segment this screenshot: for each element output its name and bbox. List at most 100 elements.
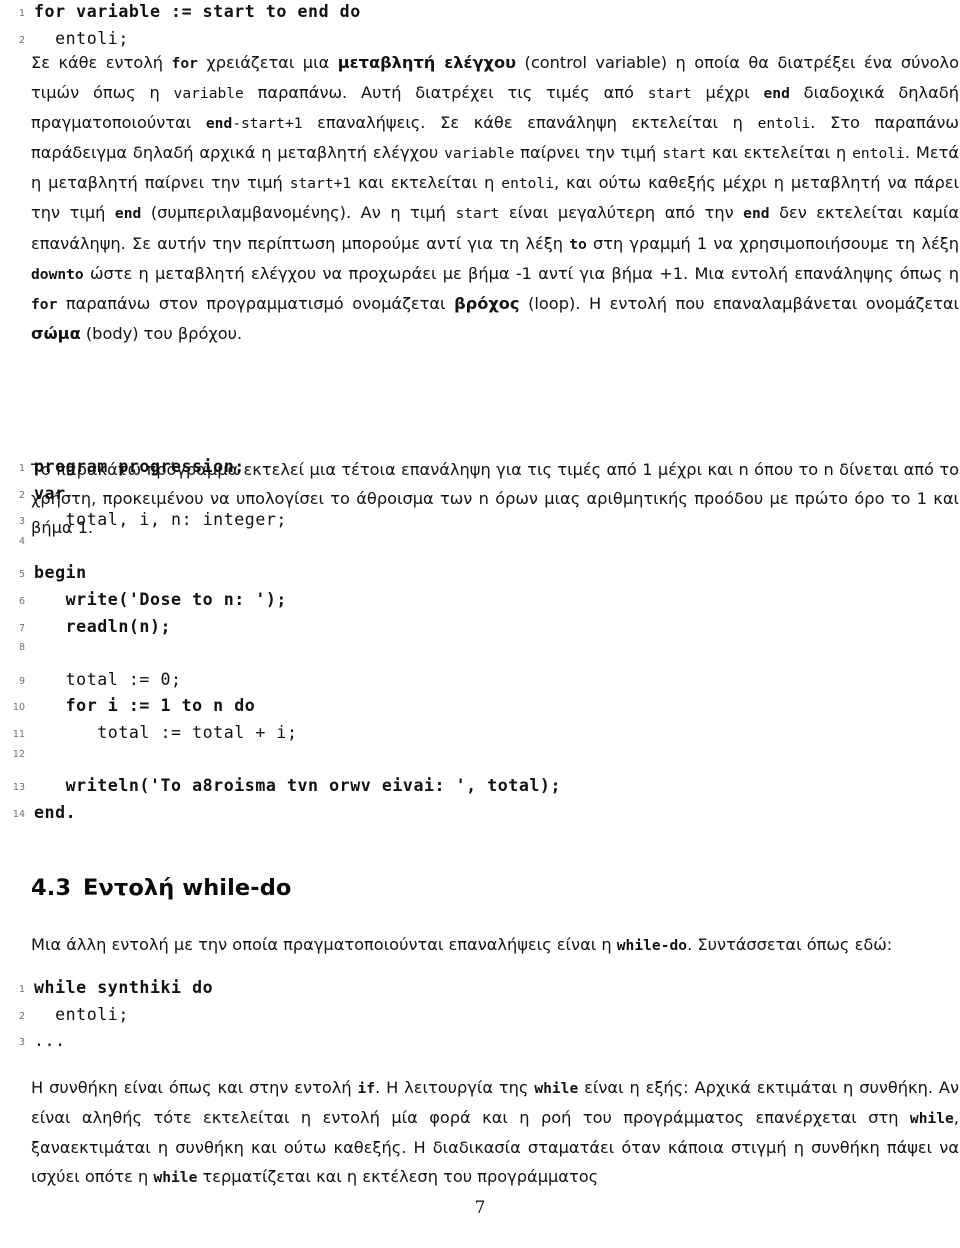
inline-code: start	[662, 145, 707, 163]
inline-code: while	[153, 1169, 198, 1187]
section-title: Εντολή while-do	[83, 875, 292, 901]
code-line: 7 readln(n);	[0, 617, 561, 644]
code-line: 11 total := total + i;	[0, 723, 561, 750]
text-run: και εκτελείται η	[706, 143, 853, 163]
inline-code: downto	[31, 265, 84, 283]
inline-code: if	[357, 1080, 376, 1097]
code-line-number: 7	[18, 622, 25, 634]
code-line-number: 1	[18, 463, 25, 474]
inline-code: for	[31, 295, 58, 313]
code-line-number: 2	[18, 34, 25, 46]
code-line: 1 for variable := start to end do	[0, 2, 361, 29]
inline-code: variable	[173, 85, 244, 103]
code-line: 3...	[0, 1031, 213, 1058]
inline-code: while	[909, 1110, 954, 1128]
code-line-text: ...	[34, 1031, 66, 1051]
text-run: παραπάνω. Αυτή διατρέχει τις τιμές από	[243, 83, 648, 103]
code-line: 1 while synthiki do	[0, 978, 213, 1005]
text-run: (συμπεριλαμβανομένης). Αν η τιμή	[141, 203, 456, 223]
inline-code: end	[114, 205, 142, 223]
emphasis-term: βρόχος	[454, 293, 520, 313]
code-line: 14 end.	[0, 803, 561, 830]
code-line-number: 14	[12, 808, 25, 820]
inline-code: entoli	[852, 145, 905, 163]
code-line: 10 for i := 1 to n do	[0, 696, 561, 723]
code-line-text: while synthiki do	[34, 978, 214, 997]
code-line: 3 total, i, n: integer;	[0, 510, 561, 537]
code-line: 8	[0, 642, 561, 670]
inline-code: end	[763, 85, 790, 103]
inline-code: end	[743, 205, 770, 223]
code-line-text: readln(n);	[34, 616, 172, 636]
code-line-number: 1	[18, 984, 25, 995]
paragraph-for-explanation: Σε κάθε εντολή for χρειάζεται μια μεταβλ…	[31, 48, 959, 348]
code-line: 2 entoli;	[0, 1005, 213, 1032]
code-line: 4	[0, 535, 561, 564]
code-line-text: entoli;	[34, 1004, 129, 1024]
text-run: τερματίζεται και η εκτέλεση του προγράμμ…	[197, 1167, 599, 1187]
code-line-number: 9	[18, 675, 25, 687]
inline-code: start	[455, 205, 500, 223]
inline-code: entoli	[501, 175, 554, 193]
code-line-number: 4	[18, 535, 25, 547]
inline-code: start+1	[289, 175, 352, 193]
text-run: χρειάζεται μια	[197, 53, 338, 72]
inline-code: end	[205, 115, 233, 133]
paragraph-while-description: Η συνθήκη είναι όπως και στην εντολή if.…	[31, 1073, 959, 1192]
inline-code: -start+1	[232, 115, 303, 133]
code-line-number: 3	[18, 516, 25, 528]
text-run: . Συντάσσεται όπως εδώ:	[687, 935, 893, 954]
code-line: 5 begin	[0, 563, 561, 590]
paragraph-while-intro: Μια άλλη εντολή με την οποία πραγματοποι…	[31, 930, 959, 960]
text-run: μέχρι	[691, 83, 764, 103]
text-run: παραπάνω στον προγραμματισμό ονομάζεται	[57, 293, 455, 313]
text-run: Σε κάθε εντολή	[31, 53, 172, 72]
code-line-number: 8	[18, 642, 25, 654]
section-number: 4.3	[31, 875, 72, 901]
progression-program-listing: 1 program progression; 2 var 3 total, i, n: …	[0, 457, 561, 829]
code-line-text: begin	[34, 563, 87, 583]
code-line: 2 var	[0, 484, 561, 511]
text-run: είναι μεγαλύτερη από την	[499, 203, 744, 223]
code-line: 6 write('Dose to n: ');	[0, 590, 561, 617]
code-line-text: program progression;	[34, 457, 245, 476]
section-heading-while-do: 4.3 Εντολή while-do	[31, 875, 292, 901]
code-line-number: 12	[12, 748, 25, 760]
text-run: επαναλήψεις. Σε κάθε επανάληψη εκτελείτα…	[302, 113, 758, 133]
code-line-text: entoli;	[34, 28, 129, 48]
code-line-text: write('Dose to n: ');	[34, 589, 287, 609]
code-line: 13 writeln('To a8roisma tvn orwv eivai: …	[0, 776, 561, 803]
code-line-text: for i := 1 to n do	[34, 696, 256, 716]
emphasis-term: σώμα	[31, 323, 81, 343]
text-run: Μια άλλη εντολή με την οποία πραγματοποι…	[31, 935, 617, 954]
code-line: 9 total := 0;	[0, 670, 561, 697]
code-line-text: writeln('To a8roisma tvn orwv eivai: ', …	[34, 776, 562, 796]
inline-code: variable	[444, 145, 515, 163]
inline-code: while	[534, 1080, 579, 1097]
code-line-number: 2	[18, 489, 25, 501]
code-line-text: end.	[34, 802, 77, 822]
while-syntax-listing: 1 while synthiki do 2 entoli; 3...	[0, 978, 213, 1058]
inline-code: for	[171, 55, 198, 72]
inline-code: entoli	[757, 115, 811, 133]
code-line-number: 10	[12, 702, 25, 714]
code-line-number: 13	[12, 782, 25, 794]
text-run: . Η λειτουργία της	[375, 1078, 535, 1097]
text-run: παίρνει την τιμή	[514, 143, 663, 163]
code-line-number: 6	[18, 595, 25, 607]
code-line-number: 1	[18, 8, 25, 19]
text-run: (body) του βρόχου.	[80, 323, 243, 343]
text-run: ώστε η μεταβλητή ελέγχου να προχωράει με…	[83, 263, 959, 283]
code-line-text: var	[34, 483, 66, 503]
code-line-number: 5	[18, 569, 25, 581]
code-line-number: 2	[18, 1010, 25, 1022]
code-line-text: for variable := start to end do	[34, 2, 361, 21]
code-line: 12	[0, 748, 561, 777]
text-run: (loop). Η εντολή που επαναλαμβάνεται ονο…	[519, 293, 959, 313]
inline-code: while-do	[616, 937, 688, 954]
inline-code: start	[647, 85, 692, 103]
code-line-text: total := 0;	[34, 669, 182, 689]
inline-code: to	[569, 235, 587, 253]
document-page: 1 for variable := start to end do 2 entoli…	[0, 0, 960, 1248]
text-run: στη γραμμή 1 να χρησιμοποιήσουμε τη λέξη	[586, 233, 959, 253]
